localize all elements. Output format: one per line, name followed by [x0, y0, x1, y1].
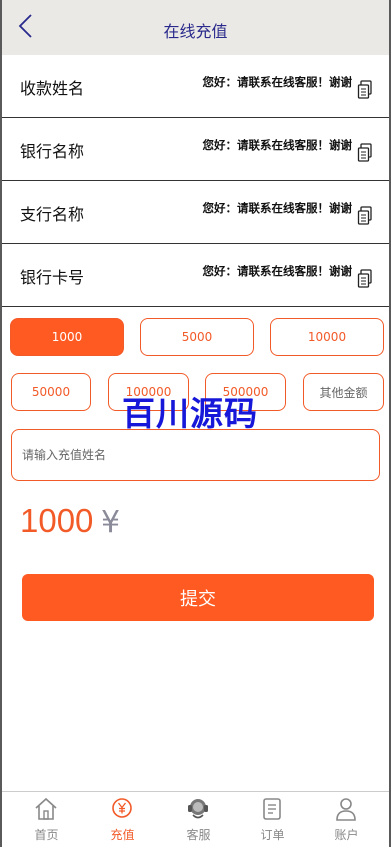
row-label: 银行名称 [20, 142, 85, 161]
amount-option-10000[interactable]: 10000 [270, 318, 384, 356]
tab-label: 订单 [260, 828, 285, 842]
copy-icon[interactable] [357, 269, 373, 289]
orders-icon [263, 798, 281, 820]
row-label: 银行卡号 [20, 268, 85, 287]
bank-info-row-name: 收款姓名 您好：请联系在线客服！谢谢 [2, 55, 389, 118]
header-bar: 在线充值 [2, 0, 389, 55]
bottom-tab-bar: 首页 充值 客服 订单 账户 [2, 791, 389, 847]
amount-display: 1000 [20, 502, 94, 539]
amount-option-other[interactable]: 其他金额 [303, 373, 384, 411]
bank-info-row-bank: 银行名称 您好：请联系在线客服！谢谢 [2, 118, 389, 181]
tab-label: 账户 [334, 828, 359, 842]
copy-icon[interactable] [357, 143, 373, 163]
tab-home[interactable]: 首页 [8, 792, 85, 847]
row-value: 您好：请联系在线客服！谢谢 [202, 201, 353, 215]
recharge-icon [112, 798, 132, 818]
row-value: 您好：请联系在线客服！谢谢 [202, 138, 353, 152]
amount-option-1000[interactable]: 1000 [10, 318, 124, 356]
home-icon [35, 797, 57, 820]
recharge-name-input[interactable] [11, 429, 380, 481]
copy-icon[interactable] [357, 80, 373, 100]
tab-orders[interactable]: 订单 [234, 792, 311, 847]
tab-label: 客服 [186, 828, 211, 842]
app-frame: 在线充值 收款姓名 您好：请联系在线客服！谢谢 银行名称 您好：请联系在线客服！… [2, 0, 389, 847]
row-value: 您好：请联系在线客服！谢谢 [202, 264, 353, 278]
row-label: 收款姓名 [20, 79, 85, 98]
submit-button[interactable]: 提交 [22, 574, 374, 621]
page-title: 在线充值 [163, 22, 228, 41]
copy-icon[interactable] [357, 206, 373, 226]
tab-account[interactable]: 账户 [308, 792, 385, 847]
tab-label: 首页 [34, 828, 59, 842]
currency-symbol: ¥ [101, 505, 121, 540]
row-value: 您好：请联系在线客服！谢谢 [202, 75, 353, 89]
tab-recharge[interactable]: 充值 [84, 792, 161, 847]
row-label: 支行名称 [20, 205, 85, 224]
customer-service-icon [188, 799, 208, 819]
bank-info-row-branch: 支行名称 您好：请联系在线客服！谢谢 [2, 181, 389, 244]
tab-customer-service[interactable]: 客服 [160, 792, 237, 847]
amount-option-5000[interactable]: 5000 [140, 318, 254, 356]
amount-option-50000[interactable]: 50000 [11, 373, 91, 411]
watermark: 百川源码 [122, 394, 258, 433]
bank-info-row-card: 银行卡号 您好：请联系在线客服！谢谢 [2, 244, 389, 307]
account-icon [336, 798, 356, 821]
tab-label: 充值 [110, 828, 135, 842]
